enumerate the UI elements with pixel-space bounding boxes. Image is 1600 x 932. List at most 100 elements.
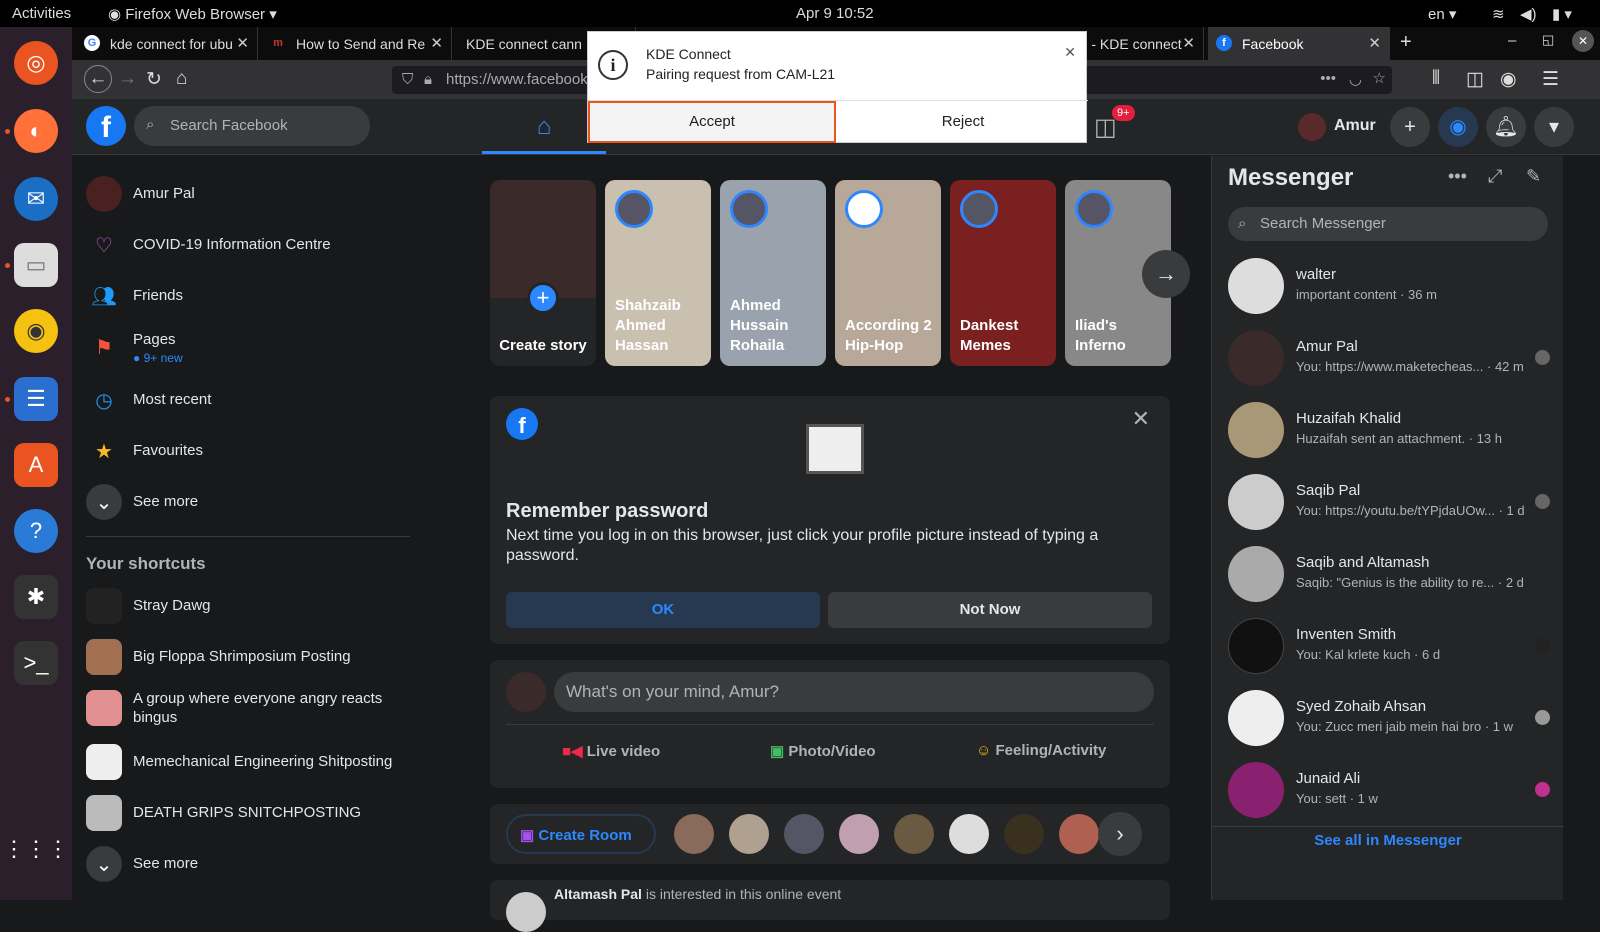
shortcuts-see-more[interactable]: ⌄ See more <box>86 842 416 886</box>
avatar[interactable] <box>894 814 934 854</box>
back-button[interactable]: ← <box>84 65 112 93</box>
writer-icon[interactable]: ☰ <box>14 377 58 421</box>
kde-connect-icon[interactable]: ✱ <box>14 575 58 619</box>
shortcut-item[interactable]: Memechanical Engineering Shitposting <box>86 740 416 784</box>
expand-icon[interactable]: ⤢ <box>1488 166 1502 187</box>
create-story-card[interactable]: + Create story <box>490 180 596 366</box>
sidebar-icon[interactable]: ◫ <box>1466 68 1484 91</box>
close-icon[interactable]: ✕ <box>1132 406 1150 432</box>
see-all-messenger-link[interactable]: See all in Messenger <box>1212 832 1564 849</box>
files-icon[interactable]: ▭ <box>14 243 58 287</box>
create-plus-button[interactable]: + <box>1390 107 1430 147</box>
chat-item[interactable]: Saqib and Altamash Saqib: "Genius is the … <box>1228 542 1558 606</box>
story-card[interactable]: Ahmed Hussain Rohaila <box>720 180 826 366</box>
composer-input[interactable]: What's on your mind, Amur? <box>554 672 1154 712</box>
sidebar-item-friends[interactable]: 👥︎ Friends <box>86 274 416 318</box>
chevron-right-icon[interactable]: › <box>1098 812 1142 856</box>
sidebar-item-covid[interactable]: ♡ COVID-19 Information Centre <box>86 223 416 267</box>
window-close-button[interactable]: ✕ <box>1572 30 1594 52</box>
feeling-activity-button[interactable]: ☺ Feeling/Activity <box>976 742 1106 759</box>
profile-name[interactable]: Amur <box>1334 117 1376 135</box>
facebook-search-input[interactable]: ⌕ Search Facebook <box>134 106 370 146</box>
sidebar-item-favourites[interactable]: ★ Favourites <box>86 429 416 473</box>
clock[interactable]: Apr 9 10:52 <box>796 5 874 22</box>
avatar[interactable] <box>784 814 824 854</box>
messenger-icon[interactable]: ◉ <box>1438 107 1478 147</box>
more-options-icon[interactable]: ••• <box>1448 166 1467 187</box>
photo-video-button[interactable]: ▣ Photo/Video <box>770 742 876 760</box>
help-icon[interactable]: ? <box>14 509 58 553</box>
thunderbird-icon[interactable]: ✉ <box>14 177 58 221</box>
live-video-button[interactable]: ■◀ Live video <box>562 742 660 760</box>
story-card[interactable]: According 2 Hip-Hop <box>835 180 941 366</box>
chat-item[interactable]: Syed Zohaib Ahsan You: Zucc meri jaib mei… <box>1228 686 1558 750</box>
bell-icon[interactable]: 🔔︎ <box>1486 107 1526 147</box>
story-card[interactable]: Shahzaib Ahmed Hassan <box>605 180 711 366</box>
compose-icon[interactable]: ✎ <box>1526 166 1541 187</box>
not-now-button[interactable]: Not Now <box>828 592 1152 628</box>
avatar[interactable] <box>1059 814 1099 854</box>
chat-item[interactable]: Amur Pal You: https://www.maketecheas... … <box>1228 326 1558 390</box>
avatar[interactable] <box>729 814 769 854</box>
story-card[interactable]: Dankest Memes <box>950 180 1056 366</box>
volume-icon[interactable]: ◀) <box>1520 5 1537 23</box>
home-button[interactable]: ⌂ <box>176 68 187 90</box>
ubuntu-logo-icon[interactable]: ◎ <box>14 41 58 85</box>
chat-item[interactable]: Huzaifah Khalid Huzaifah sent an attachme… <box>1228 398 1558 462</box>
page-actions-icon[interactable]: ••• <box>1320 70 1336 87</box>
chat-item[interactable]: Saqib Pal You: https://youtu.be/tYPjdaUOw… <box>1228 470 1558 534</box>
avatar[interactable] <box>1004 814 1044 854</box>
close-icon[interactable]: ✕ <box>430 34 443 52</box>
tab-howto[interactable]: m How to Send and Re ✕ <box>262 27 452 60</box>
wifi-icon[interactable]: ≋ <box>1492 5 1505 23</box>
ok-button[interactable]: OK <box>506 592 820 628</box>
maximize-button[interactable]: ◱ <box>1542 32 1554 48</box>
close-icon[interactable]: ✕ <box>1064 44 1076 61</box>
app-menu[interactable]: ◉ Firefox Web Browser ▾ <box>108 5 277 23</box>
avatar[interactable] <box>506 892 546 932</box>
tab-google[interactable]: Gkde connect for ubu ✕ <box>76 27 258 60</box>
reject-button[interactable]: Reject <box>838 101 1088 143</box>
sidebar-item-pages[interactable]: ⚑ Pages ● 9+ new <box>86 325 416 369</box>
chat-item[interactable]: Inventen Smith You: Kal krlete kuch · 6 d <box>1228 614 1558 678</box>
shortcut-item[interactable]: Big Floppa Shrimposium Posting <box>86 635 416 679</box>
language-indicator[interactable]: en ▾ <box>1428 5 1456 23</box>
shortcut-item[interactable]: Stray Dawg <box>86 584 416 628</box>
shortcut-item[interactable]: A group where everyone angry reacts bing… <box>86 686 416 730</box>
close-icon[interactable]: ✕ <box>1182 34 1195 52</box>
avatar[interactable] <box>674 814 714 854</box>
tab-facebook[interactable]: f Facebook ✕ <box>1208 27 1390 60</box>
bookmark-star-icon[interactable]: ☆ <box>1373 69 1386 87</box>
create-room-button[interactable]: ▣ Create Room <box>506 814 656 854</box>
stories-next-arrow-icon[interactable]: → <box>1142 250 1190 298</box>
facebook-logo-icon[interactable]: f <box>86 106 126 146</box>
show-apps-icon[interactable]: ⋮⋮⋮ <box>3 827 69 871</box>
activities-button[interactable]: Activities <box>12 5 71 22</box>
chat-item[interactable]: walter important content · 36 m <box>1228 254 1558 318</box>
menu-icon[interactable]: ☰ <box>1542 68 1559 91</box>
minimize-button[interactable]: – <box>1508 32 1516 49</box>
new-tab-button[interactable]: + <box>1400 31 1412 54</box>
pocket-icon[interactable]: ◡ <box>1349 70 1362 88</box>
terminal-icon[interactable]: >_ <box>14 641 58 685</box>
avatar[interactable] <box>839 814 879 854</box>
sidebar-see-more[interactable]: ⌄ See more <box>86 480 416 524</box>
close-icon[interactable]: ✕ <box>236 34 249 52</box>
forward-button[interactable]: → <box>118 68 137 90</box>
avatar[interactable] <box>949 814 989 854</box>
lock-icon[interactable]: 🔒︎ <box>424 71 432 88</box>
chevron-down-icon[interactable]: ▾ <box>1534 107 1574 147</box>
rhythmbox-icon[interactable]: ◉ <box>14 309 58 353</box>
messenger-search-input[interactable]: ⌕ Search Messenger <box>1228 207 1548 241</box>
firefox-icon[interactable]: ◐ <box>14 109 58 153</box>
accept-button[interactable]: Accept <box>588 101 836 143</box>
sidebar-item-profile[interactable]: Amur Pal <box>86 172 416 216</box>
chat-item[interactable]: Junaid Ali You: sett · 1 w <box>1228 758 1558 822</box>
software-icon[interactable]: A <box>14 443 58 487</box>
battery-icon[interactable]: ▮ ▾ <box>1552 5 1572 23</box>
sidebar-item-most-recent[interactable]: ◷ Most recent <box>86 378 416 422</box>
shortcut-item[interactable]: DEATH GRIPS SNITCHPOSTING <box>86 791 416 835</box>
library-icon[interactable]: ⫴ <box>1432 68 1440 90</box>
reload-button[interactable]: ↻ <box>146 68 162 91</box>
close-icon[interactable]: ✕ <box>1368 34 1381 52</box>
